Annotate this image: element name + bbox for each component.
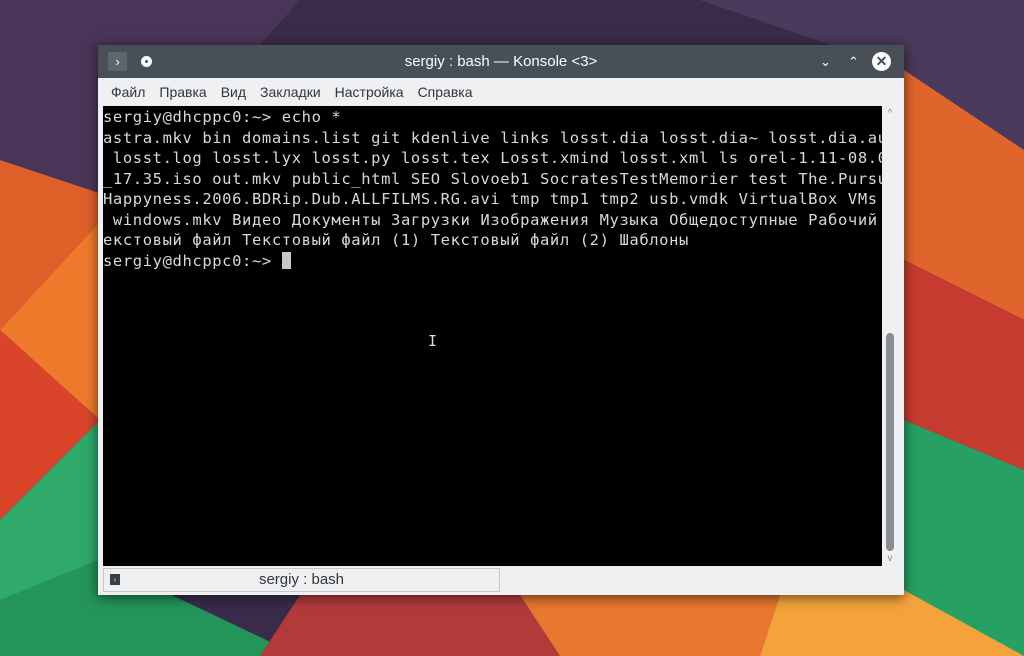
- tab-label: sergiy : bash: [258, 571, 345, 588]
- konsole-window: › sergiy : bash — Konsole <3> ⌄ ⌃ ✕ Файл…: [98, 45, 904, 595]
- chevron-up-icon[interactable]: ⌃: [844, 52, 863, 71]
- terminal-line: windows.mkv Видео Документы Загрузки Изо…: [103, 210, 882, 229]
- tab-bar: › sergiy : bash: [98, 566, 904, 595]
- prompt-line: sergiy@dhcppc0:~>: [103, 251, 882, 272]
- title-bar[interactable]: › sergiy : bash — Konsole <3> ⌄ ⌃ ✕: [98, 45, 904, 78]
- terminal-line: astra.mkv bin domains.list git kdenlive …: [103, 128, 882, 147]
- menu-bar: Файл Правка Вид Закладки Настройка Справ…: [98, 78, 904, 106]
- text-cursor: [281, 251, 291, 269]
- menu-file[interactable]: Файл: [104, 84, 152, 100]
- menu-settings[interactable]: Настройка: [328, 84, 411, 100]
- menu-view[interactable]: Вид: [214, 84, 253, 100]
- menu-edit[interactable]: Правка: [152, 84, 213, 100]
- close-icon[interactable]: ✕: [872, 52, 891, 71]
- scroll-down-icon[interactable]: v: [882, 553, 898, 564]
- prompt: sergiy@dhcppc0:~>: [103, 251, 282, 270]
- terminal-output[interactable]: sergiy@dhcppc0:~> echo * astra.mkv bin d…: [103, 106, 882, 566]
- tab-sergiy-bash[interactable]: › sergiy : bash: [103, 568, 500, 592]
- scroll-up-icon[interactable]: ^: [882, 108, 898, 119]
- terminal-line: sergiy@dhcppc0:~> echo *: [103, 108, 342, 126]
- terminal-line: losst.log losst.lyx losst.py losst.tex L…: [103, 149, 882, 167]
- chevron-down-icon[interactable]: ⌄: [816, 52, 835, 71]
- scrollbar-thumb[interactable]: [886, 333, 894, 551]
- window-title: sergiy : bash — Konsole <3>: [404, 53, 598, 70]
- menu-help[interactable]: Справка: [411, 84, 480, 100]
- menu-bookmarks[interactable]: Закладки: [253, 84, 328, 100]
- scrollbar[interactable]: ^ v: [882, 106, 898, 566]
- terminal-line: Happyness.2006.BDRip.Dub.ALLFILMS.RG.avi…: [103, 190, 882, 208]
- mouse-ibeam-cursor: I: [428, 332, 438, 350]
- terminal-line: екстовый файл Текстовый файл (1) Текстов…: [103, 231, 689, 249]
- terminal-line: _17.35.iso out.mkv public_html SEO Slovo…: [103, 169, 882, 188]
